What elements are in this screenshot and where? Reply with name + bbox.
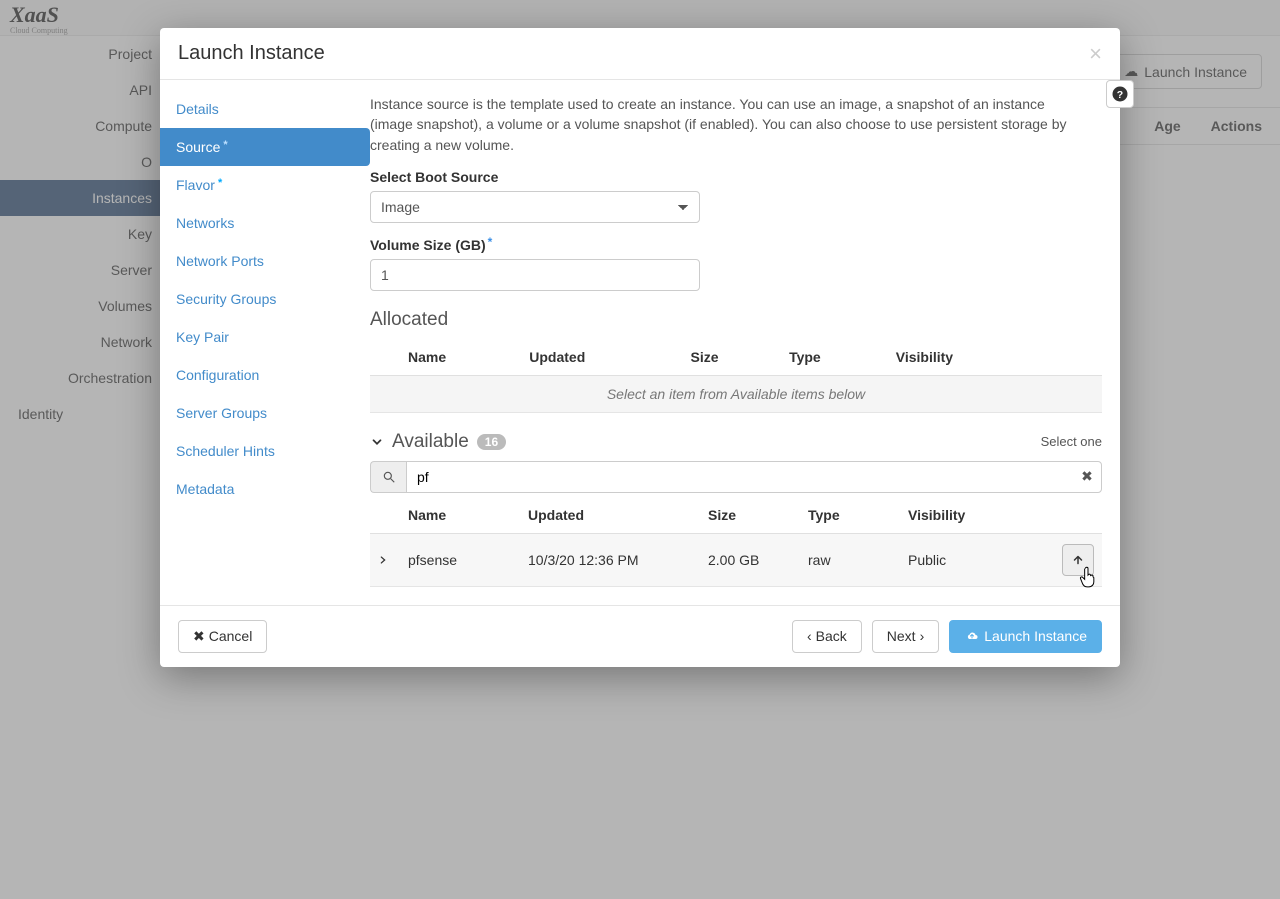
step-metadata[interactable]: Metadata — [160, 470, 370, 508]
col-size[interactable]: Size — [700, 497, 800, 534]
modal-footer: ✖ Cancel ‹ Back Next › Launch Instance — [160, 605, 1120, 667]
close-icon: ✖ — [193, 628, 205, 645]
launch-instance-button[interactable]: Launch Instance — [949, 620, 1102, 653]
step-network-ports[interactable]: Network Ports — [160, 242, 370, 280]
col-size[interactable]: Size — [683, 339, 782, 376]
search-icon — [370, 461, 406, 493]
step-server-groups[interactable]: Server Groups — [160, 394, 370, 432]
step-configuration[interactable]: Configuration — [160, 356, 370, 394]
step-networks[interactable]: Networks — [160, 204, 370, 242]
step-details[interactable]: Details — [160, 90, 370, 128]
chevron-left-icon: ‹ — [807, 628, 812, 644]
wizard-content: ? Instance source is the template used t… — [370, 80, 1120, 605]
col-visibility[interactable]: Visibility — [900, 497, 1052, 534]
volume-size-label: Volume Size (GB)* — [370, 237, 1102, 253]
boot-source-select[interactable]: Image — [370, 191, 700, 223]
allocated-empty-message: Select an item from Available items belo… — [370, 375, 1102, 412]
select-one-hint: Select one — [1041, 434, 1102, 449]
available-count-badge: 16 — [477, 434, 506, 450]
step-security-groups[interactable]: Security Groups — [160, 280, 370, 318]
chevron-right-icon[interactable] — [378, 554, 388, 566]
col-updated[interactable]: Updated — [521, 339, 682, 376]
modal-title: Launch Instance — [178, 42, 325, 65]
step-key-pair[interactable]: Key Pair — [160, 318, 370, 356]
cancel-button[interactable]: ✖ Cancel — [178, 620, 267, 653]
col-updated[interactable]: Updated — [520, 497, 700, 534]
chevron-down-icon[interactable] — [370, 435, 384, 449]
available-row: pfsense 10/3/20 12:36 PM 2.00 GB raw Pub… — [370, 533, 1102, 586]
launch-instance-modal: Launch Instance × Details Source * Flavo… — [160, 28, 1120, 667]
col-type[interactable]: Type — [781, 339, 888, 376]
boot-source-label: Select Boot Source — [370, 169, 1102, 185]
row-updated: 10/3/20 12:36 PM — [520, 533, 700, 586]
col-visibility[interactable]: Visibility — [888, 339, 1052, 376]
clear-filter-icon[interactable]: ✖ — [1072, 461, 1102, 493]
help-icon[interactable]: ? — [1106, 80, 1134, 108]
allocated-heading: Allocated — [370, 309, 1102, 331]
allocated-table: Name Updated Size Type Visibility Select… — [370, 339, 1102, 413]
step-scheduler-hints[interactable]: Scheduler Hints — [160, 432, 370, 470]
available-filter-input[interactable] — [406, 461, 1102, 493]
svg-text:?: ? — [1117, 89, 1123, 101]
volume-size-input[interactable] — [370, 259, 700, 291]
step-source[interactable]: Source * — [160, 128, 370, 166]
row-size: 2.00 GB — [700, 533, 800, 586]
back-button[interactable]: ‹ Back — [792, 620, 862, 653]
modal-header: Launch Instance × — [160, 28, 1120, 80]
cloud-upload-icon — [964, 630, 980, 642]
row-visibility: Public — [900, 533, 1052, 586]
available-heading: Available 16 Select one — [370, 431, 1102, 453]
row-name: pfsense — [400, 533, 520, 586]
available-table: Name Updated Size Type Visibility pfsens… — [370, 497, 1102, 587]
chevron-right-icon: › — [920, 628, 925, 644]
allocate-up-button[interactable] — [1062, 544, 1094, 576]
step-flavor[interactable]: Flavor * — [160, 166, 370, 204]
row-type: raw — [800, 533, 900, 586]
available-filter: ✖ — [370, 461, 1102, 493]
next-button[interactable]: Next › — [872, 620, 939, 653]
col-name[interactable]: Name — [400, 339, 521, 376]
col-type[interactable]: Type — [800, 497, 900, 534]
wizard-nav: Details Source * Flavor * Networks Netwo… — [160, 80, 370, 605]
step-description: Instance source is the template used to … — [370, 94, 1102, 155]
close-icon[interactable]: × — [1089, 43, 1102, 65]
col-name[interactable]: Name — [400, 497, 520, 534]
